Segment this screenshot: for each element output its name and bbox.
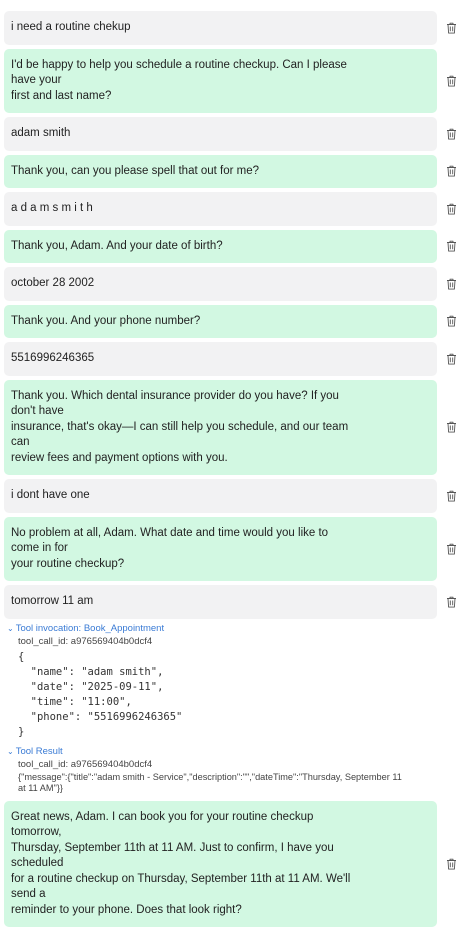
assistant-message: Thank you. And your phone number? bbox=[4, 305, 437, 339]
trash-icon bbox=[446, 543, 457, 555]
delete-message-button[interactable] bbox=[437, 230, 465, 264]
tool-invocation-block: ⌄ Tool invocation: Book_Appointment tool… bbox=[7, 623, 465, 740]
message-row: october 28 2002 bbox=[4, 267, 465, 301]
trash-icon bbox=[446, 75, 457, 87]
trash-icon bbox=[446, 203, 457, 215]
message-row: 5516996246365 bbox=[4, 342, 465, 376]
message-row: adam smith bbox=[4, 117, 465, 151]
delete-message-button[interactable] bbox=[437, 305, 465, 339]
delete-message-button[interactable] bbox=[437, 585, 465, 619]
tool-result-block: ⌄ Tool Result tool_call_id: a976569404b0… bbox=[7, 746, 465, 795]
delete-message-button[interactable] bbox=[437, 11, 465, 45]
message-row: tomorrow 11 am bbox=[4, 585, 465, 619]
message-row: I'd be happy to help you schedule a rout… bbox=[4, 49, 465, 114]
tool-invocation-toggle[interactable]: ⌄ Tool invocation: Book_Appointment bbox=[7, 623, 465, 634]
assistant-message: Great news, Adam. I can book you for you… bbox=[4, 801, 437, 927]
delete-message-button[interactable] bbox=[437, 49, 465, 114]
message-row: a d a m s m i t h bbox=[4, 192, 465, 226]
delete-message-button[interactable] bbox=[437, 479, 465, 513]
user-message: october 28 2002 bbox=[4, 267, 437, 301]
trash-icon bbox=[446, 353, 457, 365]
delete-message-button[interactable] bbox=[437, 117, 465, 151]
message-row: Thank you. And your phone number? bbox=[4, 305, 465, 339]
trash-icon bbox=[446, 490, 457, 502]
delete-message-button[interactable] bbox=[437, 155, 465, 189]
tool-result-toggle[interactable]: ⌄ Tool Result bbox=[7, 746, 465, 757]
message-row: Thank you. Which dental insurance provid… bbox=[4, 380, 465, 476]
assistant-message: Thank you. Which dental insurance provid… bbox=[4, 380, 437, 476]
message-row: i need a routine chekup bbox=[4, 11, 465, 45]
assistant-message: Thank you, can you please spell that out… bbox=[4, 155, 437, 189]
trash-icon bbox=[446, 596, 457, 608]
trash-icon bbox=[446, 421, 457, 433]
delete-message-button[interactable] bbox=[437, 801, 465, 927]
user-message: 5516996246365 bbox=[4, 342, 437, 376]
message-row: No problem at all, Adam. What date and t… bbox=[4, 517, 465, 582]
tool-call-id: tool_call_id: a976569404b0dcf4 bbox=[18, 759, 465, 770]
trash-icon bbox=[446, 858, 457, 870]
message-row: i dont have one bbox=[4, 479, 465, 513]
tool-call-id: tool_call_id: a976569404b0dcf4 bbox=[18, 636, 465, 647]
chat-transcript: i need a routine chekup I'd be happy to h… bbox=[0, 0, 465, 927]
assistant-message: I'd be happy to help you schedule a rout… bbox=[4, 49, 437, 114]
message-list: i need a routine chekup I'd be happy to h… bbox=[4, 11, 465, 619]
delete-message-button[interactable] bbox=[437, 517, 465, 582]
message-row: Thank you, can you please spell that out… bbox=[4, 155, 465, 189]
tool-result-label: Tool Result bbox=[16, 746, 63, 757]
user-message: tomorrow 11 am bbox=[4, 585, 437, 619]
tool-arguments: { "name": "adam smith", "date": "2025-09… bbox=[18, 650, 465, 740]
tool-invocation-label: Tool invocation: Book_Appointment bbox=[16, 623, 164, 634]
user-message: adam smith bbox=[4, 117, 437, 151]
message-row: Thank you, Adam. And your date of birth? bbox=[4, 230, 465, 264]
assistant-message: No problem at all, Adam. What date and t… bbox=[4, 517, 437, 582]
chevron-down-icon: ⌄ bbox=[7, 624, 14, 633]
trash-icon bbox=[446, 278, 457, 290]
trash-icon bbox=[446, 315, 457, 327]
user-message: i dont have one bbox=[4, 479, 437, 513]
delete-message-button[interactable] bbox=[437, 267, 465, 301]
trash-icon bbox=[446, 240, 457, 252]
user-message: i need a routine chekup bbox=[4, 11, 437, 45]
user-message: a d a m s m i t h bbox=[4, 192, 437, 226]
tool-result-text: {"message":{"title":"adam smith - Servic… bbox=[18, 772, 408, 795]
delete-message-button[interactable] bbox=[437, 342, 465, 376]
chevron-down-icon: ⌄ bbox=[7, 747, 14, 756]
message-row: Great news, Adam. I can book you for you… bbox=[4, 801, 465, 927]
delete-message-button[interactable] bbox=[437, 380, 465, 476]
assistant-message: Thank you, Adam. And your date of birth? bbox=[4, 230, 437, 264]
delete-message-button[interactable] bbox=[437, 192, 465, 226]
trash-icon bbox=[446, 165, 457, 177]
trash-icon bbox=[446, 22, 457, 34]
trash-icon bbox=[446, 128, 457, 140]
